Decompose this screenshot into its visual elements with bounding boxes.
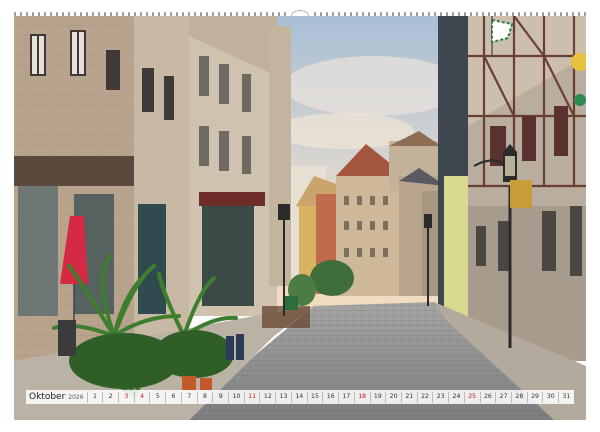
day-cell: 16	[322, 391, 338, 403]
day-cell: 10	[228, 391, 244, 403]
day-cell: 25	[463, 391, 480, 403]
day-cell: 17	[338, 391, 354, 403]
day-cell: 13	[275, 391, 291, 403]
day-cell: 23	[432, 391, 448, 403]
day-cell: 19	[369, 391, 386, 403]
year-label: 2026	[68, 394, 84, 401]
day-cell: 7	[180, 391, 197, 403]
day-cell: 8	[196, 391, 213, 403]
day-cell: 4	[133, 391, 150, 403]
day-cell: 11	[243, 391, 260, 403]
day-cell: 31	[558, 391, 574, 403]
day-cell: 22	[416, 391, 433, 403]
day-cell: 20	[385, 391, 401, 403]
day-cell: 18	[353, 391, 370, 403]
day-list: 1 2 3 4 5 6 7 8 9 10 11 12 13 14 15 16 17 18 19 20 21 22 23 24 2…	[86, 391, 574, 403]
day-cell: 3	[118, 391, 134, 403]
month-label: Oktober 2026	[29, 392, 84, 402]
day-cell: 15	[306, 391, 323, 403]
day-cell: 9	[212, 391, 228, 403]
day-cell: 1	[86, 391, 103, 403]
day-cell: 29	[526, 391, 543, 403]
calendar-bar: Oktober 2026 1 2 3 4 5 6 7 8 9 10 11 12 13 14 15 16 17 18 1…	[26, 390, 574, 404]
calendar-page: Oktober 2026 1 2 3 4 5 6 7 8 9 10 11 12 13 14 15 16 17 18 1…	[0, 0, 600, 432]
day-cell: 26	[479, 391, 496, 403]
left-buildings	[14, 16, 291, 361]
day-cell: 21	[400, 391, 417, 403]
day-cell: 14	[290, 391, 307, 403]
day-cell: 12	[259, 391, 275, 403]
street-photo	[14, 16, 586, 420]
day-cell: 28	[510, 391, 527, 403]
day-cell: 30	[542, 391, 558, 403]
day-cell: 27	[495, 391, 511, 403]
day-cell: 6	[165, 391, 181, 403]
day-cell: 2	[102, 391, 118, 403]
day-cell: 24	[448, 391, 464, 403]
day-cell: 5	[149, 391, 165, 403]
